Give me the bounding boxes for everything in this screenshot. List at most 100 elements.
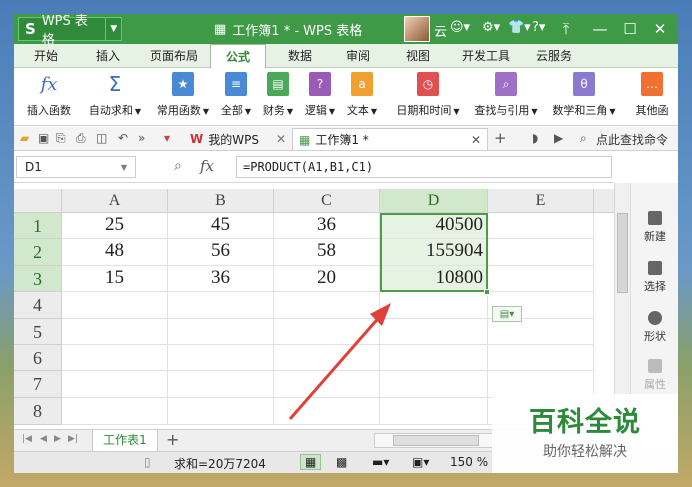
other-functions-button[interactable]: … 其他函: [626, 70, 678, 124]
select-all-corner[interactable]: [14, 189, 62, 213]
customize-icon[interactable]: ▾: [164, 131, 170, 145]
datetime-functions-button[interactable]: ◷ 日期和时间 ▼: [392, 70, 464, 124]
add-tab-icon[interactable]: +: [494, 129, 507, 147]
row-header-2[interactable]: 2: [14, 239, 62, 266]
cell-c6[interactable]: [274, 345, 380, 371]
fx-icon[interactable]: fx: [200, 157, 214, 175]
close-tab-icon[interactable]: ✕: [471, 133, 481, 147]
cell-d4[interactable]: [380, 292, 488, 319]
side-new-button[interactable]: 新建: [631, 211, 678, 244]
column-header-a[interactable]: A: [62, 189, 168, 213]
column-header-c[interactable]: C: [274, 189, 380, 213]
autosum-button[interactable]: Σ 自动求和 ▼: [84, 70, 146, 124]
tab-review[interactable]: 审阅: [334, 44, 382, 68]
cell-b8[interactable]: [168, 398, 274, 425]
settings-icon[interactable]: ⚙▾: [482, 20, 500, 35]
cell-e1[interactable]: [488, 213, 594, 239]
close-button[interactable]: ✕: [648, 18, 672, 40]
cell-a3[interactable]: 15: [62, 266, 168, 292]
zoom-search-icon[interactable]: ⌕: [174, 158, 182, 174]
column-header-b[interactable]: B: [168, 189, 274, 213]
prev-sheet-icon[interactable]: ◀: [40, 434, 47, 444]
tab-formulas[interactable]: 公式: [210, 44, 266, 68]
cell-b7[interactable]: [168, 371, 274, 398]
paste-options-button[interactable]: ▤▾: [492, 306, 522, 322]
finance-functions-button[interactable]: ▤ 财务 ▼: [260, 70, 296, 124]
page-break-view-icon[interactable]: ▩: [336, 455, 347, 469]
tab-my-wps[interactable]: W 我的WPS ✕: [184, 128, 292, 150]
wps-menu-button[interactable]: S WPS 表格 ▼: [18, 14, 122, 48]
lookup-functions-button[interactable]: ⌕ 查找与引用 ▼: [470, 70, 542, 124]
cell-c7[interactable]: [274, 371, 380, 398]
tab-data[interactable]: 数据: [276, 44, 324, 68]
cell-d7[interactable]: [380, 371, 488, 398]
fill-handle[interactable]: [484, 289, 490, 295]
save-icon[interactable]: ▣: [38, 131, 49, 145]
cell-e6[interactable]: [488, 345, 594, 371]
column-header-d[interactable]: D: [380, 189, 488, 213]
cell-a8[interactable]: [62, 398, 168, 425]
side-select-button[interactable]: 选择: [631, 261, 678, 294]
cell-c3[interactable]: 20: [274, 266, 380, 292]
chevron-down-icon[interactable]: ▼: [105, 18, 121, 40]
math-functions-button[interactable]: θ 数学和三角 ▼: [548, 70, 620, 124]
cell-c8[interactable]: [274, 398, 380, 425]
minimize-button[interactable]: —: [588, 18, 612, 40]
close-tab-icon[interactable]: ✕: [276, 132, 286, 146]
cell-e5[interactable]: [488, 319, 594, 345]
last-sheet-icon[interactable]: ▶|: [68, 434, 78, 444]
row-header-8[interactable]: 8: [14, 398, 62, 425]
common-functions-button[interactable]: ★ 常用函数 ▼: [152, 70, 214, 124]
row-header-3[interactable]: 3: [14, 266, 62, 292]
row-header-4[interactable]: 4: [14, 292, 62, 319]
maximize-button[interactable]: ☐: [618, 18, 642, 40]
tab-view[interactable]: 视图: [394, 44, 442, 68]
layout-view-icon[interactable]: ▬▾: [372, 455, 389, 469]
cell-a2[interactable]: 48: [62, 239, 168, 266]
all-functions-button[interactable]: ≡ 全部 ▼: [218, 70, 254, 124]
side-shape-button[interactable]: 形状: [631, 311, 678, 344]
cell-c1[interactable]: 36: [274, 213, 380, 239]
cell-a1[interactable]: 25: [62, 213, 168, 239]
name-box[interactable]: D1 ▼: [16, 156, 136, 178]
cell-b2[interactable]: 56: [168, 239, 274, 266]
cell-b1[interactable]: 45: [168, 213, 274, 239]
side-properties-button[interactable]: 属性: [631, 359, 678, 392]
scrollbar-thumb[interactable]: [393, 435, 479, 446]
avatar[interactable]: [404, 16, 430, 42]
row-header-7[interactable]: 7: [14, 371, 62, 398]
vertical-scrollbar[interactable]: [614, 183, 630, 429]
next-sheet-icon[interactable]: ▶: [54, 434, 61, 444]
sheet-tab-1[interactable]: 工作表1: [92, 430, 158, 452]
search-icon[interactable]: ⌕: [580, 131, 587, 146]
cell-a4[interactable]: [62, 292, 168, 319]
reading-mode-icon[interactable]: ▣▾: [412, 455, 429, 469]
column-header-f[interactable]: [594, 189, 614, 213]
row-header-6[interactable]: 6: [14, 345, 62, 371]
cell-d6[interactable]: [380, 345, 488, 371]
share-icon[interactable]: ▶: [554, 131, 563, 145]
tab-cloud[interactable]: 云服务: [526, 44, 582, 68]
tab-page-layout[interactable]: 页面布局: [142, 44, 206, 68]
tab-insert[interactable]: 插入: [84, 44, 132, 68]
cell-e2[interactable]: [488, 239, 594, 266]
cell-b4[interactable]: [168, 292, 274, 319]
export-pdf-icon[interactable]: ⎘: [56, 131, 66, 146]
cell-b6[interactable]: [168, 345, 274, 371]
first-sheet-icon[interactable]: |◀: [22, 434, 32, 444]
command-search[interactable]: 点此查找命令: [596, 131, 668, 148]
row-header-1[interactable]: 1: [14, 213, 62, 239]
open-folder-icon[interactable]: ▰: [20, 131, 29, 145]
skin-icon[interactable]: 👕▾: [508, 20, 531, 35]
cell-a7[interactable]: [62, 371, 168, 398]
cell-d5[interactable]: [380, 319, 488, 345]
print-preview-icon[interactable]: ◫: [96, 131, 107, 145]
cell-c2[interactable]: 58: [274, 239, 380, 266]
add-sheet-icon[interactable]: +: [166, 430, 179, 449]
tab-home[interactable]: 开始: [22, 44, 70, 68]
cell-a6[interactable]: [62, 345, 168, 371]
cell-b3[interactable]: 36: [168, 266, 274, 292]
user-name[interactable]: 云: [434, 21, 447, 40]
cell-e3[interactable]: [488, 266, 594, 292]
cell-a5[interactable]: [62, 319, 168, 345]
